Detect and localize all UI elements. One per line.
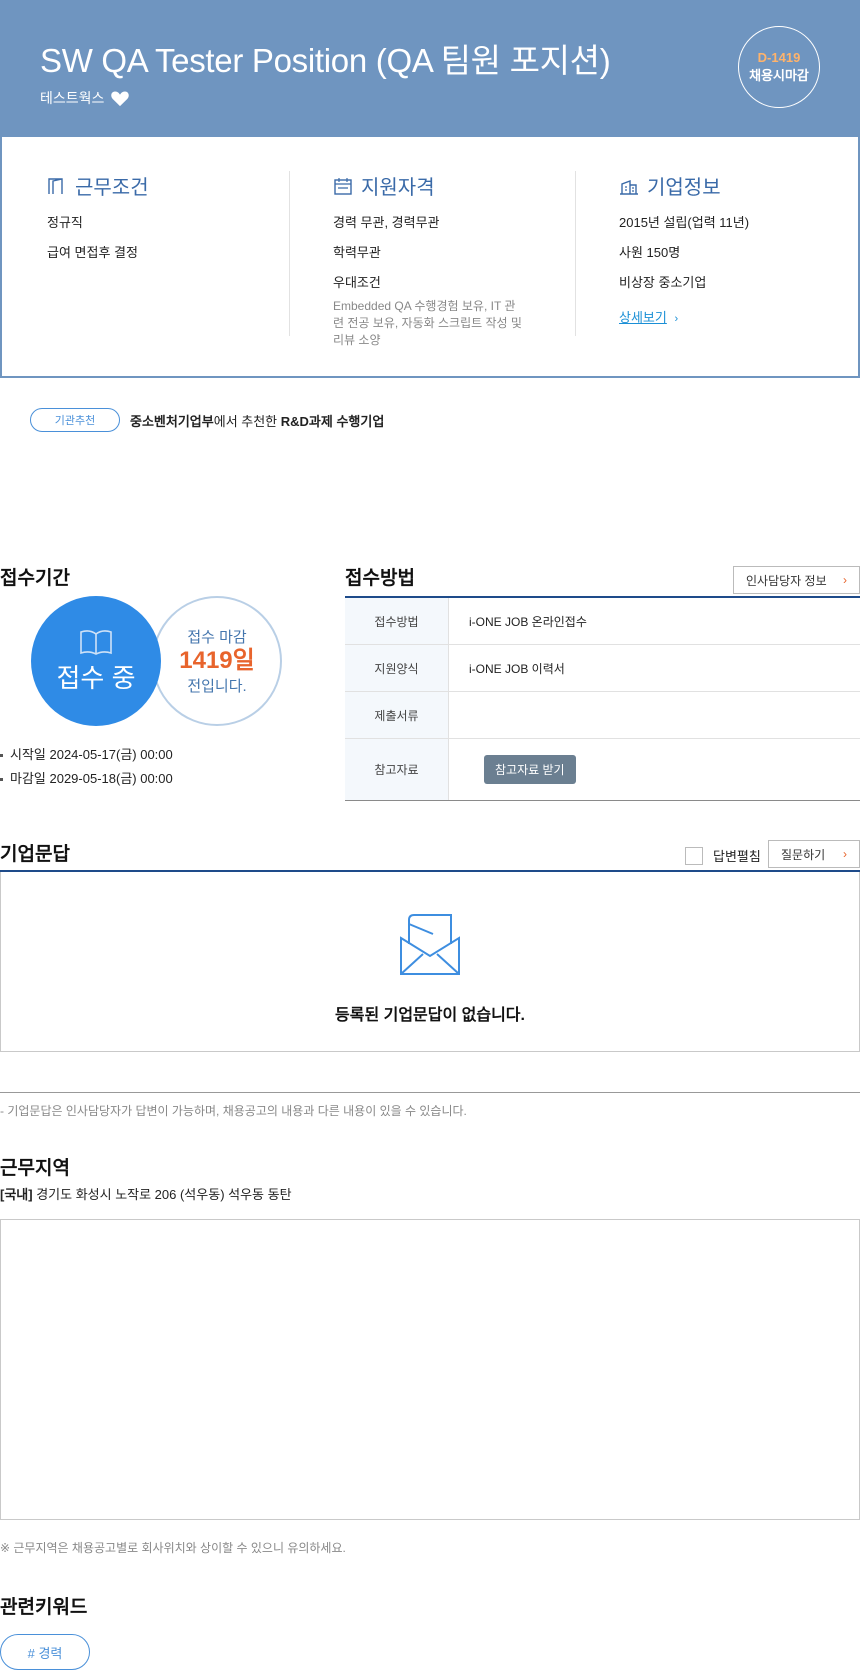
reference-cell: 참고자료 받기 <box>449 739 860 800</box>
company-info-column: 기업정보 2015년 설립(업력 11년) 사원 150명 비상장 중소기업 상… <box>619 171 860 337</box>
method-table: 접수방법 i-ONE JOB 온라인접수 지원양식 i-ONE JOB 이력서 … <box>345 596 860 801</box>
deadline-label: 접수 마감 <box>187 629 247 646</box>
company-type: 비상장 중소기업 <box>619 275 707 290</box>
qualifications-heading: 지원자격 <box>333 171 603 200</box>
dday-count: D-1419 <box>757 50 801 65</box>
company-employees: 사원 150명 <box>619 245 681 260</box>
form-label: 지원양식 <box>345 645 449 691</box>
door-icon <box>48 177 63 194</box>
agency-name: 중소벤처기업부 <box>130 413 214 429</box>
conditions-column: 근무조건 정규직 급여 면접후 결정 <box>47 171 317 272</box>
ask-question-label: 질문하기 <box>781 847 826 862</box>
chevron-right-icon: › <box>674 313 679 325</box>
conditions-title: 근무조건 <box>75 177 149 199</box>
building-icon <box>620 179 638 195</box>
divider <box>289 171 290 336</box>
status-label: 접수 중 <box>56 662 136 693</box>
method-label: 접수방법 <box>345 598 449 644</box>
location-address: [국내] 경기도 화성시 노작로 206 (석우동) 석우동 동탄 <box>0 1184 292 1203</box>
company-info-heading: 기업정보 <box>619 171 860 200</box>
agency-recommend: 기관추천 중소벤처기업부에서 추천한 R&D과제 수행기업 <box>30 408 384 432</box>
reference-label: 참고자료 <box>345 739 449 800</box>
dday-badge: D-1419 채용시마감 <box>738 26 820 108</box>
recommend-text: 중소벤처기업부에서 추천한 R&D과제 수행기업 <box>130 411 384 430</box>
end-date: 마감일 2029-05-18(금) 00:00 <box>0 768 173 787</box>
detail-link-row: 상세보기 › <box>619 307 860 326</box>
recommend-project: R&D과제 수행기업 <box>280 413 385 429</box>
recommend-pill: 기관추천 <box>30 408 120 432</box>
documents-value <box>449 692 860 738</box>
qualifications-title: 지원자격 <box>361 177 435 199</box>
job-title: SW QA Tester Position (QA 팀원 포지션) <box>40 42 611 79</box>
divider <box>575 171 576 336</box>
location-note: ※ 근무지역은 채용공고별로 회사위치와 상이할 수 있으니 유의하세요. <box>0 1541 346 1555</box>
deadline-suffix: 전입니다. <box>187 678 247 695</box>
form-value: i-ONE JOB 이력서 <box>469 661 565 676</box>
ask-question-button[interactable]: 질문하기 › <box>768 840 860 868</box>
reference-row: 참고자료 참고자료 받기 <box>345 739 860 800</box>
location-region: [국내] <box>0 1187 33 1202</box>
company-founded: 2015년 설립(업력 11년) <box>619 215 750 230</box>
qualification-education: 학력무관 <box>333 245 381 260</box>
location-title: 근무지역 <box>0 1158 70 1179</box>
calendar-icon <box>334 177 352 195</box>
period-title: 접수기간 <box>0 568 70 589</box>
chevron-right-icon: › <box>843 847 847 861</box>
conditions-heading: 근무조건 <box>47 171 317 200</box>
start-date: 시작일 2024-05-17(금) 00:00 <box>0 744 173 763</box>
expand-label: 답변펼침 <box>713 849 761 864</box>
condition-type: 정규직 <box>47 215 83 230</box>
qualification-preferred-label: 우대조건 <box>333 275 381 290</box>
deadline-days: 1419일 <box>179 647 255 674</box>
book-icon <box>80 629 112 655</box>
expand-checkbox[interactable] <box>685 846 703 865</box>
condition-salary: 급여 면접후 결정 <box>47 245 138 260</box>
chevron-right-icon: › <box>843 573 847 587</box>
documents-label: 제출서류 <box>345 692 449 738</box>
qualification-career: 경력 무관, 경력무관 <box>333 215 440 230</box>
divider <box>0 1092 860 1093</box>
hr-info-label: 인사담당자 정보 <box>746 573 827 588</box>
qa-note: - 기업문답은 인사담당자가 답변이 가능하며, 채용공고의 내용과 다른 내용… <box>0 1104 467 1118</box>
qualifications-column: 지원자격 경력 무관, 경력무관 학력무관 우대조건 Embedded QA 수… <box>333 171 603 360</box>
deadline-circle: 접수 마감 1419일 전입니다. <box>152 596 282 726</box>
status-circle: 접수 중 <box>31 596 161 726</box>
job-summary: 근무조건 정규직 급여 면접후 결정 지원자격 경력 무관, 경력무관 학력무관… <box>0 137 860 378</box>
qa-title: 기업문답 <box>0 844 70 865</box>
documents-row: 제출서류 <box>345 692 860 739</box>
period-dates: 시작일 2024-05-17(금) 00:00 마감일 2029-05-18(금… <box>0 744 173 792</box>
company-row: 테스트웍스 <box>40 88 130 108</box>
envelope-icon <box>400 914 460 975</box>
company-detail-link[interactable]: 상세보기 <box>619 310 667 325</box>
location-map[interactable] <box>0 1219 860 1520</box>
heart-icon[interactable] <box>110 89 130 107</box>
method-row: 접수방법 i-ONE JOB 온라인접수 <box>345 598 860 645</box>
recommend-middle: 에서 추천한 <box>213 413 281 429</box>
company-info-title: 기업정보 <box>647 177 721 199</box>
method-title: 접수방법 <box>345 568 415 589</box>
download-reference-button[interactable]: 참고자료 받기 <box>484 755 576 784</box>
expand-answers[interactable]: 답변펼침 <box>685 846 761 865</box>
keywords-title: 관련키워드 <box>0 1597 88 1618</box>
company-name[interactable]: 테스트웍스 <box>40 88 104 108</box>
keyword-tag[interactable]: # 경력 <box>0 1634 90 1670</box>
qa-empty-message: 등록된 기업문답이 없습니다. <box>335 1007 525 1024</box>
location-street: 경기도 화성시 노작로 206 (석우동) 석우동 동탄 <box>32 1187 292 1202</box>
form-row: 지원양식 i-ONE JOB 이력서 <box>345 645 860 692</box>
dday-label: 채용시마감 <box>749 68 809 83</box>
method-value: i-ONE JOB 온라인접수 <box>469 614 587 629</box>
qualification-preferred: Embedded QA 수행경험 보유, IT 관련 전공 보유, 자동화 스크… <box>333 299 522 347</box>
hr-info-button[interactable]: 인사담당자 정보 › <box>733 566 860 594</box>
